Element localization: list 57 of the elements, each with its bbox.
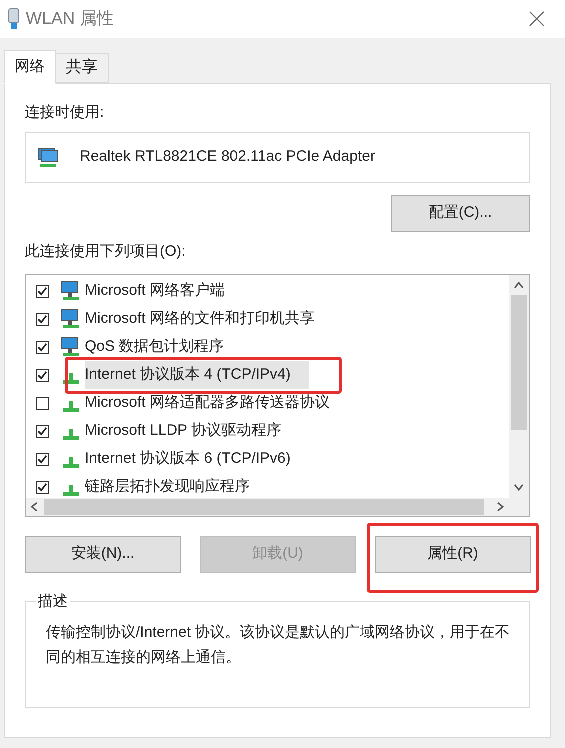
- network-protocol-icon: [63, 485, 79, 496]
- check-icon: [37, 482, 48, 492]
- list-item[interactable]: QoS 数据包计划程序: [36, 333, 509, 361]
- item-label: Internet 协议版本 4 (TCP/IPv4): [85, 360, 309, 390]
- checkbox[interactable]: [36, 368, 49, 382]
- scroll-thumb[interactable]: [511, 295, 527, 430]
- network-computer-icon: [61, 281, 81, 301]
- tab[interactable]: 共享: [56, 53, 109, 83]
- list-item[interactable]: Microsoft 网络的文件和打印机共享: [36, 305, 509, 333]
- checkbox[interactable]: [36, 396, 49, 410]
- list-item[interactable]: Microsoft LLDP 协议驱动程序: [36, 417, 509, 445]
- wireless-adapter-icon: [8, 8, 20, 30]
- vertical-scrollbar[interactable]: [509, 275, 529, 498]
- scroll-thumb[interactable]: [44, 499, 484, 515]
- section-label: 连接时使用:: [25, 103, 106, 122]
- checkbox[interactable]: [36, 452, 49, 466]
- network-protocol-icon: [63, 429, 79, 440]
- checkbox[interactable]: [36, 312, 49, 326]
- window-title: WLAN 属性: [26, 8, 115, 30]
- network-protocol-icon: [63, 401, 79, 412]
- check-icon: [37, 286, 48, 296]
- section-label: 此连接使用下列项目(O):: [25, 242, 187, 261]
- action-button[interactable]: 属性(R): [375, 536, 531, 573]
- item-label: Microsoft 网络适配器多路传送器协议: [85, 392, 330, 413]
- item-label: Microsoft LLDP 协议驱动程序: [85, 420, 282, 441]
- checkbox[interactable]: [36, 284, 49, 298]
- configure-button[interactable]: 配置(C)...: [391, 195, 530, 232]
- check-icon: [37, 314, 48, 324]
- action-button[interactable]: 安装(N)...: [25, 536, 181, 573]
- close-icon[interactable]: [529, 11, 545, 27]
- checkbox[interactable]: [36, 424, 49, 438]
- network-protocol-icon: [63, 457, 79, 468]
- check-icon: [37, 342, 48, 352]
- check-icon: [37, 454, 48, 464]
- item-label: Microsoft 网络的文件和打印机共享: [85, 308, 316, 329]
- network-protocol-icon: [63, 373, 79, 384]
- checkbox[interactable]: [36, 340, 49, 354]
- network-computer-icon: [61, 337, 81, 357]
- list-item[interactable]: 链路层拓扑发现响应程序: [36, 473, 509, 501]
- item-label: Microsoft 网络客户端: [85, 280, 226, 301]
- check-icon: [37, 370, 48, 380]
- network-computer-icon: [38, 148, 60, 168]
- item-label: 链路层拓扑发现响应程序: [85, 476, 250, 497]
- network-computer-icon: [61, 309, 81, 329]
- item-label: Internet 协议版本 6 (TCP/IPv6): [85, 448, 291, 469]
- list-item[interactable]: Internet 协议版本 6 (TCP/IPv6): [36, 445, 509, 473]
- item-label: QoS 数据包计划程序: [85, 336, 224, 357]
- group-title: 描述: [36, 591, 70, 611]
- horizontal-scrollbar[interactable]: [26, 498, 529, 516]
- list-item[interactable]: Microsoft 网络客户端: [36, 277, 509, 305]
- list-item[interactable]: Internet 协议版本 4 (TCP/IPv4): [36, 361, 509, 389]
- description-text: 传输控制协议/Internet 协议。该协议是默认的广域网络协议，用于在不同的相互连接的网络上通信。: [46, 623, 512, 668]
- tab[interactable]: 网络: [4, 50, 56, 84]
- checkbox[interactable]: [36, 480, 49, 494]
- check-icon: [37, 426, 48, 436]
- list-item[interactable]: Microsoft 网络适配器多路传送器协议: [36, 389, 509, 417]
- adapter-name: Realtek RTL8821CE 802.11ac PCIe Adapter: [80, 147, 376, 168]
